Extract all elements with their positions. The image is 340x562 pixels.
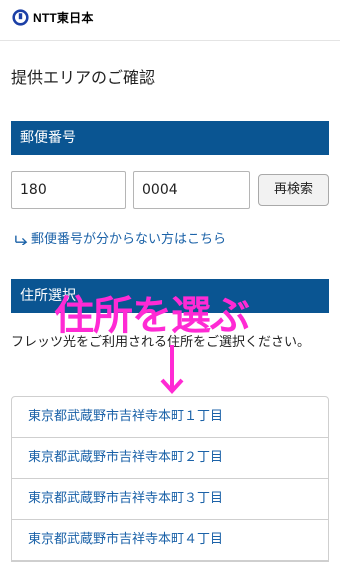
address-list: 東京都武蔵野市吉祥寺本町１丁目 東京都武蔵野市吉祥寺本町２丁目 東京都武蔵野市吉… (11, 396, 329, 562)
logo-text: NTT東日本 (33, 11, 94, 25)
postal-help-link[interactable]: 郵便番号が分からない方はこちら (14, 228, 226, 247)
ntt-logo-icon (12, 9, 29, 26)
address-item-4[interactable]: 東京都武蔵野市吉祥寺本町４丁目 (12, 520, 328, 561)
header: NTT東日本 (0, 0, 340, 41)
link-arrow-icon (15, 235, 28, 245)
postal-code-first-input[interactable] (11, 171, 126, 209)
research-button[interactable]: 再検索 (258, 174, 329, 206)
address-item-2[interactable]: 東京都武蔵野市吉祥寺本町２丁目 (12, 438, 328, 479)
postal-help-link-label: 郵便番号が分からない方はこちら (31, 232, 227, 247)
postal-code-second-input[interactable] (133, 171, 250, 209)
address-item-3[interactable]: 東京都武蔵野市吉祥寺本町３丁目 (12, 479, 328, 520)
postal-code-heading: 郵便番号 (11, 121, 329, 155)
annotation-down-arrow-icon (160, 345, 184, 394)
annotation-text: 住所を選ぶ (54, 293, 250, 339)
page-title: 提供エリアのご確認 (11, 68, 156, 87)
ntt-logo[interactable]: NTT東日本 (12, 9, 94, 26)
address-item-1[interactable]: 東京都武蔵野市吉祥寺本町１丁目 (12, 397, 328, 438)
